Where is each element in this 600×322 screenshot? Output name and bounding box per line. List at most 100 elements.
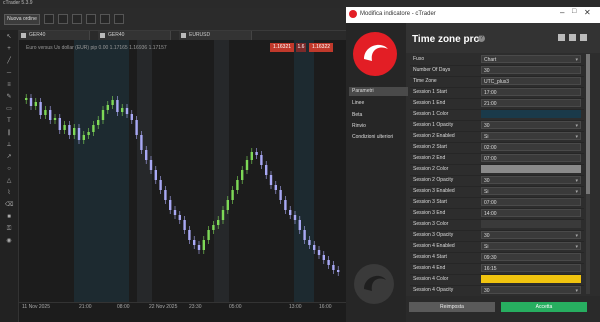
candle-body [265,165,268,175]
color-picker[interactable] [481,275,581,283]
candle-body [25,98,28,100]
channel-icon[interactable]: ∥ [5,130,13,137]
sidebar-item-lines[interactable]: Linee [349,99,408,108]
candle-body [58,118,61,130]
tab-chart-2[interactable]: GER40 [98,31,171,40]
parameter-input[interactable]: 07:00 [481,198,581,206]
parameter-select[interactable]: Si ▾ [481,132,581,140]
parameter-input[interactable]: 30 [481,66,581,74]
chevron-down-icon: ▾ [575,178,578,184]
candle-body [149,160,153,170]
parameter-input[interactable]: 14:00 [481,209,581,217]
color-picker[interactable] [481,165,581,173]
tab-chart-1[interactable]: GER40 [19,31,90,40]
new-order-button[interactable]: Nuova ordine [4,14,40,25]
save-preset-icon[interactable] [558,34,565,41]
sidebar-item-beta[interactable]: Beta [349,111,408,120]
minimize-icon[interactable]: – [560,8,564,17]
parameter-label: Session 2 Enabled [413,133,455,139]
eye-icon[interactable]: ◉ [5,238,13,245]
maximize-icon[interactable]: □ [572,8,576,15]
measure-icon[interactable]: ⟂ [5,142,13,149]
candle-body [332,265,335,270]
paste-icon[interactable] [580,34,587,41]
reset-button[interactable]: Reimposta [409,302,495,312]
pencil-icon[interactable]: ✎ [5,94,13,101]
indicators-icon[interactable] [86,14,96,24]
candle-body [327,260,330,265]
settings-icon[interactable] [114,14,124,24]
fib-icon[interactable]: ≡ [5,82,13,89]
color-picker[interactable] [481,220,581,228]
parameter-value: 09:30 [484,255,497,261]
dialog-window-title: Modifica indicatore - cTrader [360,11,436,17]
parameter-input[interactable]: 21:00 [481,99,581,107]
sidebar-item-rinvio[interactable]: Rinvio [349,122,408,131]
parameter-select[interactable]: Chart ▾ [481,55,581,63]
parameter-input[interactable]: 02:00 [481,143,581,151]
parameter-value: 16:15 [484,266,497,272]
parameter-select[interactable]: 30 ▾ [481,176,581,184]
rect-icon[interactable]: ▭ [5,106,13,113]
accept-button[interactable]: Accetta [501,302,587,312]
candle-body [274,185,277,190]
crosshair-icon[interactable]: + [5,46,13,53]
parameter-label: Session 3 Opacity [413,232,454,238]
parameter-select[interactable]: 30 ▾ [481,286,581,294]
parameter-value: Si [484,134,489,140]
triangle-icon[interactable]: △ [5,178,13,185]
candle-body [121,108,124,112]
candle-body [101,110,105,120]
parameter-select[interactable]: Si ▾ [481,187,581,195]
candle-body [337,270,340,272]
parameter-select[interactable]: 30 ▾ [481,231,581,239]
parameter-input[interactable]: 16:15 [481,264,581,272]
candle-body [269,175,273,185]
layout-icon[interactable] [44,14,54,24]
parameter-input[interactable]: UTC_plus3 [481,77,581,85]
parameter-label: Session 2 Color [413,166,449,172]
copy-icon[interactable] [569,34,576,41]
price-chart[interactable] [19,40,346,322]
instrument-icon [100,33,105,38]
ctrader-logo-icon [353,32,397,76]
hline-icon[interactable]: ─ [5,70,13,77]
help-icon[interactable]: ? [478,35,485,42]
indicator-title: Time zone pro [412,34,480,45]
parameter-select[interactable]: Si ▾ [481,242,581,250]
parameter-label: Session 3 Start [413,199,447,205]
grid-icon[interactable] [58,14,68,24]
ellipse-icon[interactable]: ○ [5,166,13,173]
parameter-input[interactable]: 07:00 [481,154,581,162]
delete-icon[interactable]: ⌫ [5,202,13,209]
chart-type-icon[interactable] [72,14,82,24]
parameter-input[interactable]: 09:30 [481,253,581,261]
candle-body [279,190,282,200]
ask-price-button[interactable]: 1.16322 [309,43,333,52]
bid-price-button[interactable]: 1.16321 [270,43,294,52]
candle-body [111,100,114,105]
candle-body [217,220,220,225]
tab-chart-3[interactable]: EURUSD [179,31,252,40]
color-picker[interactable] [481,110,581,118]
sidebar-item-parameters[interactable]: Parametri [349,87,408,96]
candle-body [44,110,47,115]
sidebar-item-conditions[interactable]: Condizioni ulteriori [349,133,408,142]
candle-body [303,230,306,240]
line-icon[interactable]: ╱ [5,58,13,65]
drawing-icon[interactable] [100,14,110,24]
tab-label: EURUSD [189,32,211,38]
color-swatch-icon[interactable]: ■ [5,214,13,221]
cursor-icon[interactable]: ↖ [5,34,13,41]
path-icon[interactable]: ⌇ [5,190,13,197]
scrollbar-thumb[interactable] [586,54,590,194]
parameter-label: Session 1 Opacity [413,122,454,128]
parameter-input[interactable]: 17:00 [481,88,581,96]
lock-icon[interactable]: ⚿ [5,226,13,233]
close-icon[interactable]: ✕ [584,8,591,17]
parameter-select[interactable]: 30 ▾ [481,121,581,129]
text-icon[interactable]: T [5,118,13,125]
tab-label: GER40 [29,32,46,38]
parameter-value: 14:00 [484,211,497,217]
arrow-icon[interactable]: ↗ [5,154,13,161]
